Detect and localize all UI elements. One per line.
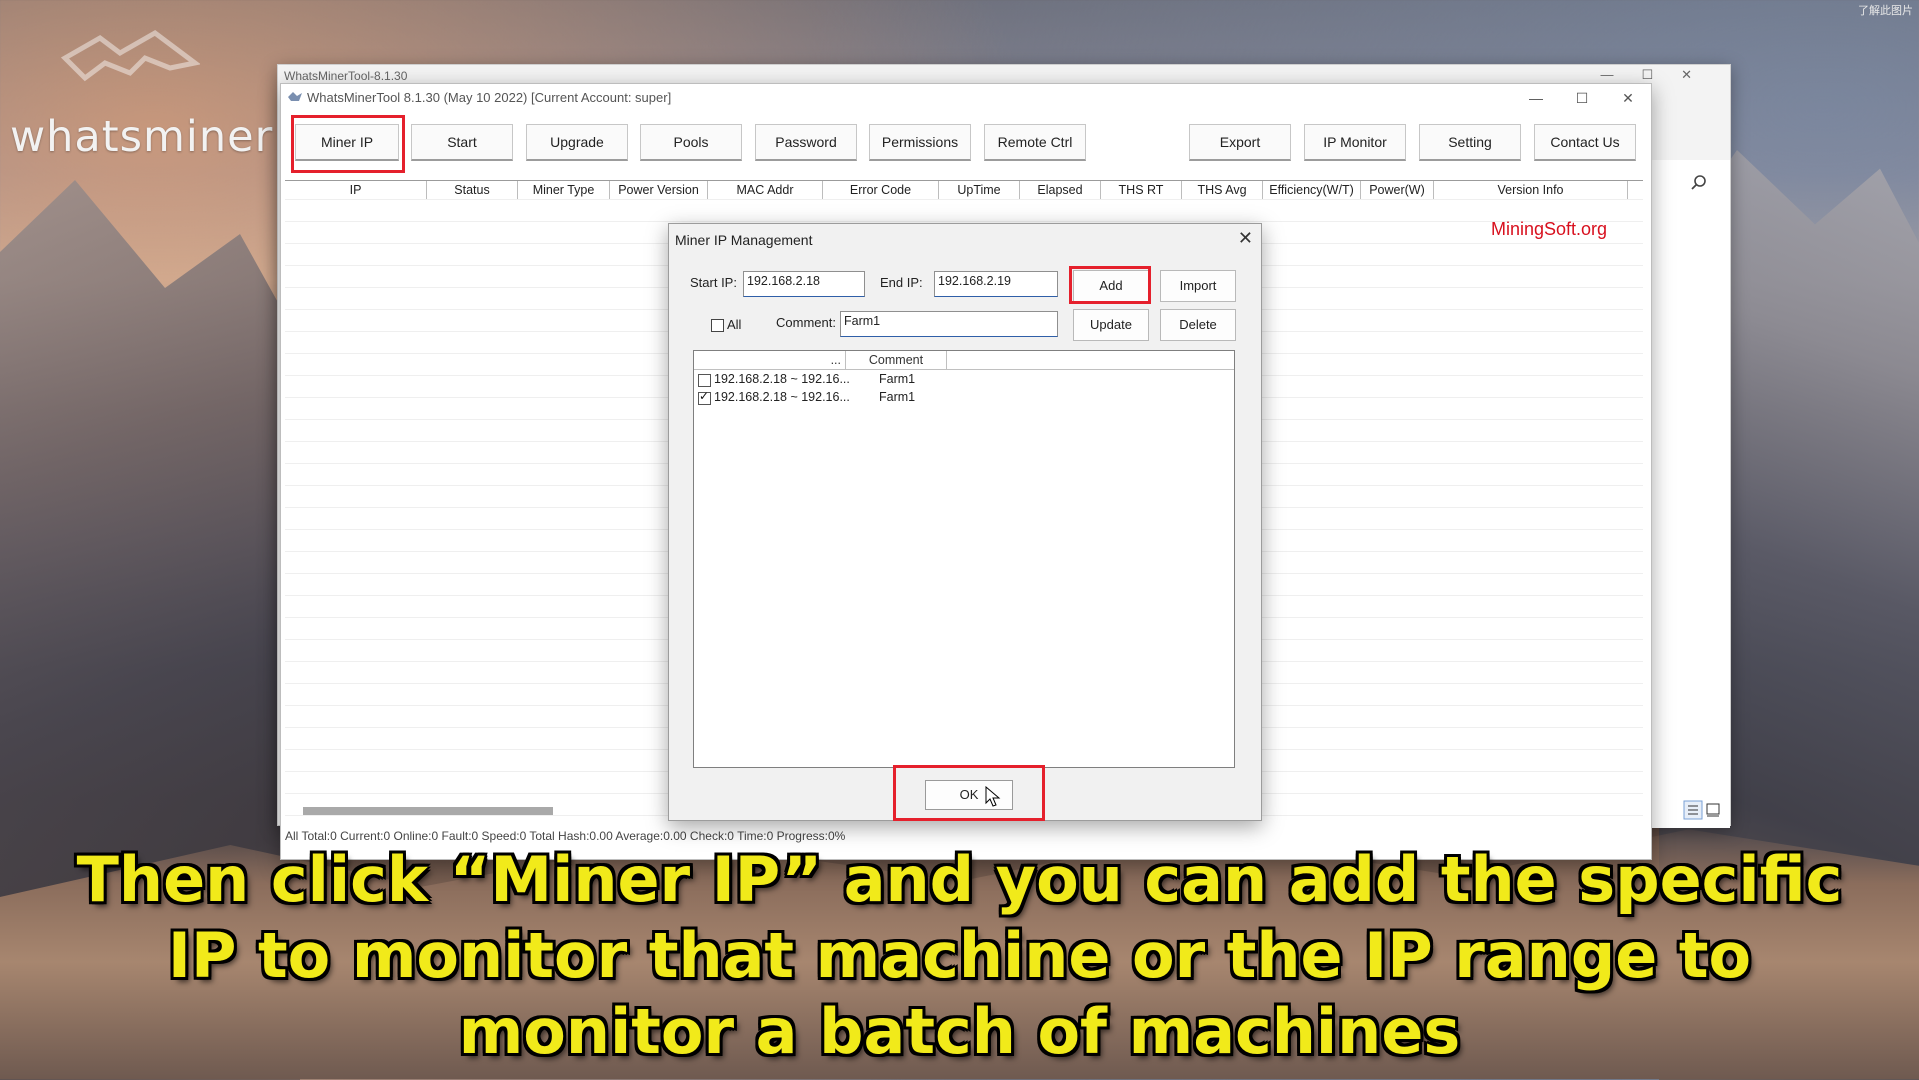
- column-ths-rt[interactable]: THS RT: [1101, 181, 1182, 199]
- add-highlight-box: [1069, 266, 1151, 304]
- ip-range-list[interactable]: ... Comment 192.168.2.18 ~ 192.16... Far…: [693, 350, 1235, 768]
- end-ip-label: End IP:: [880, 275, 923, 290]
- end-ip-field[interactable]: 192.168.2.19: [934, 271, 1058, 297]
- select-all-checkbox[interactable]: [711, 319, 724, 332]
- whatsminer-logo: whatsminer: [10, 112, 274, 162]
- background-window-controls: —☐✕: [1600, 67, 1720, 82]
- remote-ctrl-button[interactable]: Remote Ctrl: [984, 124, 1086, 161]
- pools-button[interactable]: Pools: [640, 124, 742, 161]
- column-power-version[interactable]: Power Version: [610, 181, 708, 199]
- update-button[interactable]: Update: [1073, 309, 1149, 341]
- upgrade-button[interactable]: Upgrade: [526, 124, 628, 161]
- export-button[interactable]: Export: [1189, 124, 1291, 161]
- row-checkbox-checked[interactable]: [698, 389, 711, 405]
- miner-ip-highlight-box: [291, 115, 405, 173]
- comment-field[interactable]: Farm1: [840, 311, 1058, 337]
- subtitle-line-2: IP to monitor that machine or the IP ran…: [167, 919, 1752, 992]
- miner-ip-management-dialog: Miner IP Management ✕ Start IP: 192.168.…: [668, 223, 1262, 821]
- whatsminer-logo-mark-icon: [60, 30, 200, 82]
- setting-button[interactable]: Setting: [1419, 124, 1521, 161]
- column-efficiency[interactable]: Efficiency(W/T): [1263, 181, 1361, 199]
- miner-grid-header: IP Status Miner Type Power Version MAC A…: [285, 180, 1643, 200]
- corner-hint-text: 了解此图片: [1858, 5, 1913, 17]
- watermark-text: MiningSoft.org: [1491, 219, 1608, 239]
- list-column-range[interactable]: ...: [694, 351, 846, 369]
- horizontal-scrollbar-thumb[interactable]: [303, 807, 553, 815]
- ok-highlight-box: [893, 765, 1045, 821]
- delete-button[interactable]: Delete: [1160, 309, 1236, 341]
- maximize-button[interactable]: ☐: [1559, 87, 1605, 109]
- subtitle-line-1: Then click “Miner IP” and you can add th…: [76, 843, 1843, 916]
- password-button[interactable]: Password: [755, 124, 857, 161]
- ip-range-list-header: ... Comment: [694, 351, 1234, 370]
- title-bar: WhatsMinerTool 8.1.30 (May 10 2022) [Cur…: [281, 84, 1651, 112]
- column-power[interactable]: Power(W): [1361, 181, 1434, 199]
- row-comment: Farm1: [879, 372, 916, 386]
- background-window-right-pane: [1651, 160, 1730, 828]
- video-subtitle: Then click “Miner IP” and you can add th…: [0, 842, 1919, 1070]
- column-error-code[interactable]: Error Code: [823, 181, 939, 199]
- row-ip-range: 192.168.2.18 ~ 192.16...: [714, 390, 850, 404]
- row-checkbox[interactable]: [698, 374, 711, 387]
- app-icon: [288, 92, 302, 101]
- ip-monitor-button[interactable]: IP Monitor: [1304, 124, 1406, 161]
- minimize-button[interactable]: —: [1513, 87, 1559, 109]
- subtitle-line-3: monitor a batch of machines: [458, 995, 1461, 1068]
- column-ip[interactable]: IP: [285, 181, 427, 199]
- view-toggle-icons[interactable]: [1683, 800, 1723, 820]
- toolbar: Miner IP Start Upgrade Pools Password Pe…: [281, 124, 1651, 170]
- row-ip-range: 192.168.2.18 ~ 192.16...: [714, 372, 850, 386]
- start-button[interactable]: Start: [411, 124, 513, 161]
- column-elapsed[interactable]: Elapsed: [1020, 181, 1101, 199]
- window-title: WhatsMinerTool 8.1.30 (May 10 2022) [Cur…: [307, 90, 672, 105]
- dialog-close-icon[interactable]: ✕: [1238, 228, 1253, 249]
- list-item[interactable]: 192.168.2.18 ~ 192.16... Farm1: [694, 371, 1234, 389]
- permissions-button[interactable]: Permissions: [869, 124, 971, 161]
- background-window-title: WhatsMinerTool-8.1.30: [284, 69, 408, 83]
- list-item[interactable]: 192.168.2.18 ~ 192.16... Farm1: [694, 389, 1234, 407]
- search-icon[interactable]: [1686, 170, 1712, 196]
- column-mac-addr[interactable]: MAC Addr: [708, 181, 823, 199]
- column-miner-type[interactable]: Miner Type: [518, 181, 610, 199]
- mouse-cursor-icon: [985, 786, 1001, 807]
- start-ip-field[interactable]: 192.168.2.18: [743, 271, 865, 297]
- select-all-label: All: [727, 317, 742, 332]
- import-button[interactable]: Import: [1160, 270, 1236, 302]
- column-ths-avg[interactable]: THS Avg: [1182, 181, 1263, 199]
- column-uptime[interactable]: UpTime: [939, 181, 1020, 199]
- close-button[interactable]: ✕: [1605, 87, 1651, 109]
- row-comment: Farm1: [879, 390, 916, 404]
- list-column-comment[interactable]: Comment: [846, 351, 947, 369]
- contact-us-button[interactable]: Contact Us: [1534, 124, 1636, 161]
- column-status[interactable]: Status: [427, 181, 518, 199]
- column-version-info[interactable]: Version Info: [1434, 181, 1628, 199]
- start-ip-label: Start IP:: [690, 275, 737, 290]
- comment-label: Comment:: [776, 315, 836, 330]
- dialog-title: Miner IP Management: [675, 232, 813, 248]
